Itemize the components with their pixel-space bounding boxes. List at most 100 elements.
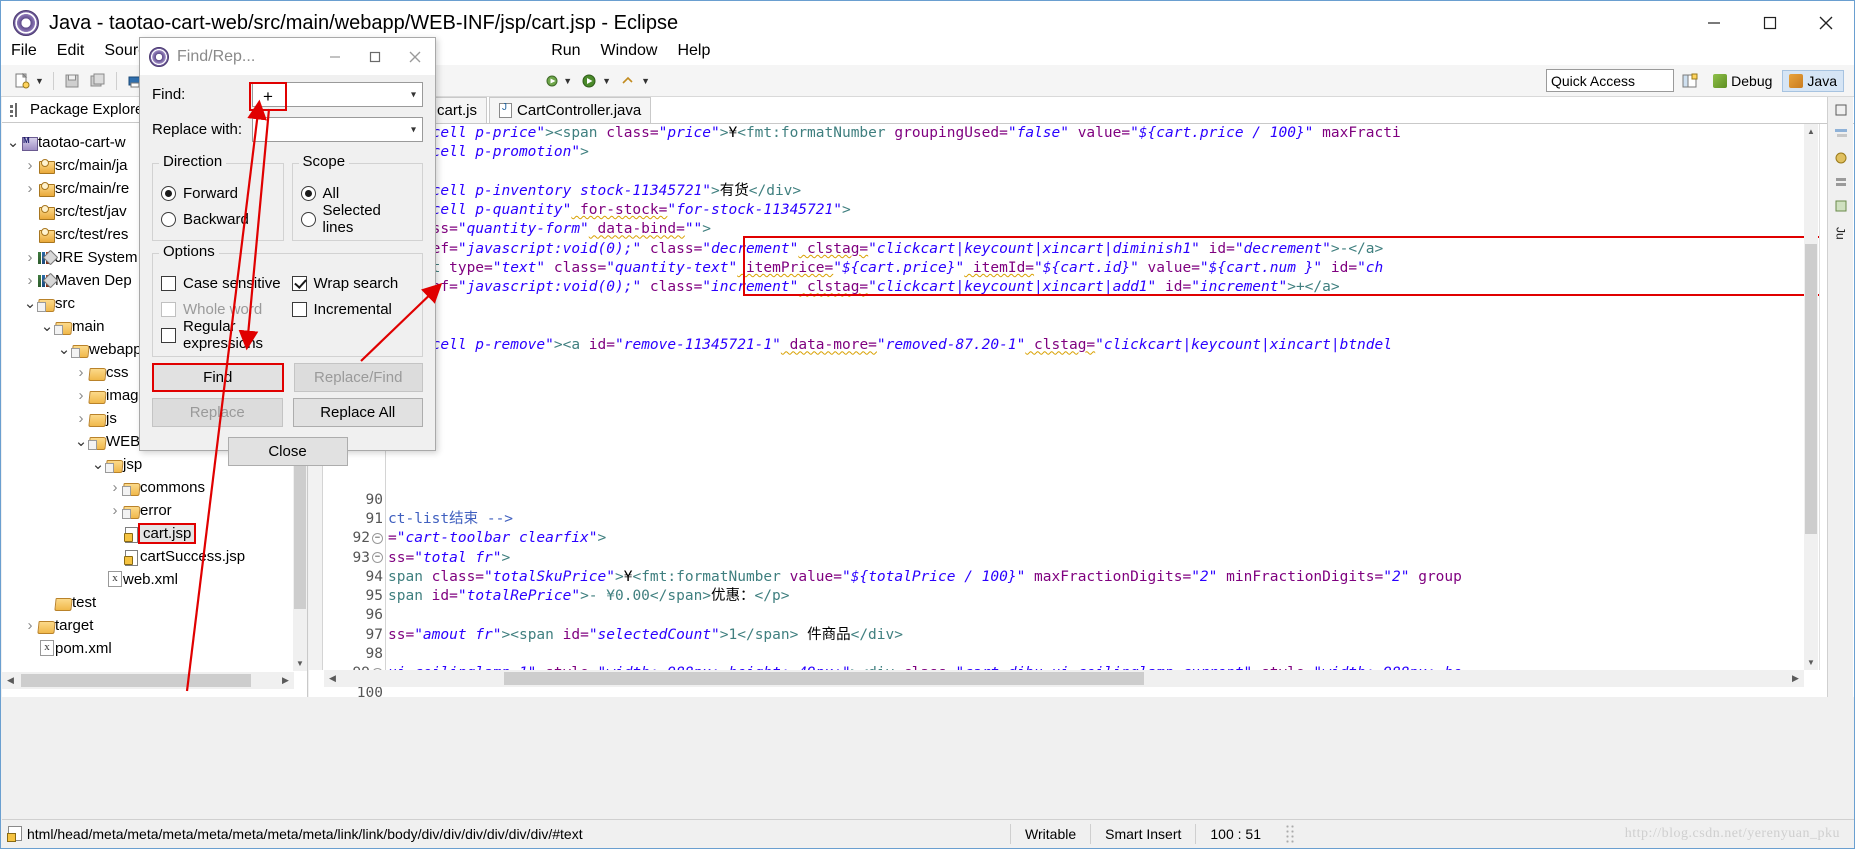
tree-item-label: JRE System: [55, 249, 138, 266]
tree-item-pom-xml[interactable]: pom.xml: [2, 637, 294, 660]
fold-toggle-icon[interactable]: −: [372, 552, 383, 564]
package-root-icon: [38, 204, 55, 220]
editor-scroll-up-icon[interactable]: ▲: [1804, 124, 1818, 139]
code-token: >1</span>: [719, 626, 799, 643]
code-text[interactable]: ass="cell p-price"><span class="price">¥…: [388, 124, 1808, 670]
chevron-down-icon[interactable]: ⌄: [40, 319, 54, 334]
explorer-horizontal-scrollbar[interactable]: ◀ ▶: [2, 672, 294, 689]
tree-item-cart-jsp[interactable]: cart.jsp: [2, 522, 294, 545]
replace-all-button[interactable]: Replace All: [292, 398, 423, 427]
tree-item-icon-wrap: [54, 596, 72, 610]
explorer-hscroll-thumb[interactable]: [21, 674, 251, 687]
close-dialog-button[interactable]: Close: [227, 437, 348, 466]
tree-item-label: pom.xml: [55, 640, 112, 657]
editor-horizontal-scrollbar[interactable]: ◀ ▶: [324, 670, 1804, 687]
menu-edit[interactable]: Edit: [47, 40, 95, 62]
dialog-minimize-button[interactable]: [315, 38, 355, 75]
chevron-right-icon[interactable]: ›: [108, 502, 122, 519]
chevron-down-icon[interactable]: ⌄: [57, 342, 71, 357]
outline-view-icon[interactable]: [1832, 125, 1850, 143]
menu-run[interactable]: Run: [541, 40, 590, 62]
code-token: "javascript:void(0);": [457, 240, 642, 257]
menu-window[interactable]: Window: [591, 40, 668, 62]
tree-item-commons[interactable]: › commons: [2, 476, 294, 499]
explorer-hscroll-left-icon[interactable]: ◀: [2, 672, 19, 689]
chevron-right-icon[interactable]: ›: [74, 387, 88, 404]
find-dropdown-icon[interactable]: ▾: [411, 89, 416, 100]
code-token: ss=: [388, 626, 415, 643]
direction-group-label: Direction: [159, 153, 227, 170]
dialog-maximize-button[interactable]: [355, 38, 395, 75]
chevron-right-icon[interactable]: ›: [23, 157, 37, 174]
editor-hscroll-thumb[interactable]: [504, 672, 1144, 685]
editor-scroll-thumb[interactable]: [1805, 244, 1817, 534]
tree-item-error[interactable]: › error: [2, 499, 294, 522]
run-dropdown-icon[interactable]: ▼: [602, 76, 611, 86]
radio-scope-selected-lines[interactable]: Selected lines: [300, 202, 415, 236]
editor-scroll-down-icon[interactable]: ▼: [1804, 655, 1818, 670]
servers-view-icon[interactable]: [1832, 173, 1850, 191]
chevron-right-icon[interactable]: ›: [23, 617, 37, 634]
tree-item-target[interactable]: › target: [2, 614, 294, 637]
restore-view-icon[interactable]: [1832, 101, 1850, 119]
menu-file[interactable]: File: [1, 40, 47, 62]
chevron-right-icon[interactable]: ›: [23, 180, 37, 197]
checkbox-regular-expressions[interactable]: Regular expressions: [161, 318, 284, 352]
quick-access-input[interactable]: Quick Access: [1546, 69, 1674, 92]
chevron-down-icon[interactable]: ⌄: [91, 457, 105, 472]
chevron-down-icon[interactable]: ⌄: [6, 135, 20, 150]
external-tools-icon[interactable]: [618, 71, 638, 91]
save-icon[interactable]: [62, 71, 82, 91]
chevron-right-icon[interactable]: ›: [23, 272, 37, 289]
menu-help[interactable]: Help: [667, 40, 720, 62]
replace-input[interactable]: ▾: [252, 117, 423, 142]
chevron-right-icon[interactable]: ›: [74, 410, 88, 427]
radio-backward[interactable]: Backward: [161, 206, 275, 232]
replace-button[interactable]: Replace: [152, 398, 283, 427]
explorer-scroll-down-icon[interactable]: ▼: [293, 656, 307, 671]
fold-toggle-icon[interactable]: −: [372, 532, 383, 544]
perspective-java[interactable]: Java: [1782, 70, 1844, 92]
editor-hscroll-right-icon[interactable]: ▶: [1787, 670, 1804, 687]
checkbox-wrap-search[interactable]: Wrap search: [291, 270, 415, 296]
chevron-right-icon[interactable]: ›: [23, 249, 37, 266]
debug-run-icon[interactable]: [543, 71, 563, 91]
debug-dropdown-icon[interactable]: ▼: [563, 76, 572, 86]
dialog-body: Find: + ▾ Replace with: ▾ Direction: [140, 79, 435, 466]
checkbox-incremental[interactable]: Incremental: [291, 296, 415, 322]
code-token: minFractionDigits=: [1217, 568, 1384, 585]
replace-label: Replace with:: [152, 121, 243, 138]
tree-item-cartsuccess-jsp[interactable]: cartSuccess.jsp: [2, 545, 294, 568]
open-perspective-icon[interactable]: [1680, 71, 1700, 91]
perspective-debug[interactable]: Debug: [1707, 71, 1778, 91]
editor-vertical-scrollbar[interactable]: ▲ ▼: [1804, 124, 1818, 670]
checkbox-case-sensitive[interactable]: Case sensitive: [161, 270, 284, 296]
status-resize-grip[interactable]: [1285, 823, 1295, 844]
find-row: Find: + ▾: [152, 79, 423, 110]
editor-tab-cartcontroller-java[interactable]: CartController.java: [489, 97, 652, 123]
code-editor[interactable]: 909192−93−949596979899−100 ass="cell p-p…: [309, 124, 1854, 697]
run-icon[interactable]: [579, 71, 599, 91]
code-token: </div>: [748, 182, 802, 199]
explorer-hscroll-right-icon[interactable]: ▶: [277, 672, 294, 689]
task-list-icon[interactable]: [1832, 149, 1850, 167]
replace-dropdown-icon[interactable]: ▾: [411, 124, 416, 135]
find-button[interactable]: Find: [152, 363, 284, 392]
save-all-icon[interactable]: [88, 71, 108, 91]
new-file-icon[interactable]: [12, 71, 32, 91]
radio-forward[interactable]: Forward: [161, 180, 275, 206]
replace-find-button[interactable]: Replace/Find: [293, 363, 423, 392]
external-tools-dropdown-icon[interactable]: ▼: [641, 76, 650, 86]
junit-view-icon[interactable]: [1832, 197, 1850, 215]
tree-item-web-xml[interactable]: web.xml: [2, 568, 294, 591]
chevron-right-icon[interactable]: ›: [108, 479, 122, 496]
explorer-hscroll-track[interactable]: [19, 672, 277, 689]
chevron-down-icon[interactable]: ⌄: [74, 434, 88, 449]
chevron-down-icon[interactable]: ⌄: [23, 296, 37, 311]
editor-hscroll-left-icon[interactable]: ◀: [324, 670, 341, 687]
dialog-close-button[interactable]: [395, 38, 435, 75]
chevron-right-icon[interactable]: ›: [74, 364, 88, 381]
tree-item-test[interactable]: test: [2, 591, 294, 614]
new-dropdown-icon[interactable]: ▼: [35, 76, 44, 86]
